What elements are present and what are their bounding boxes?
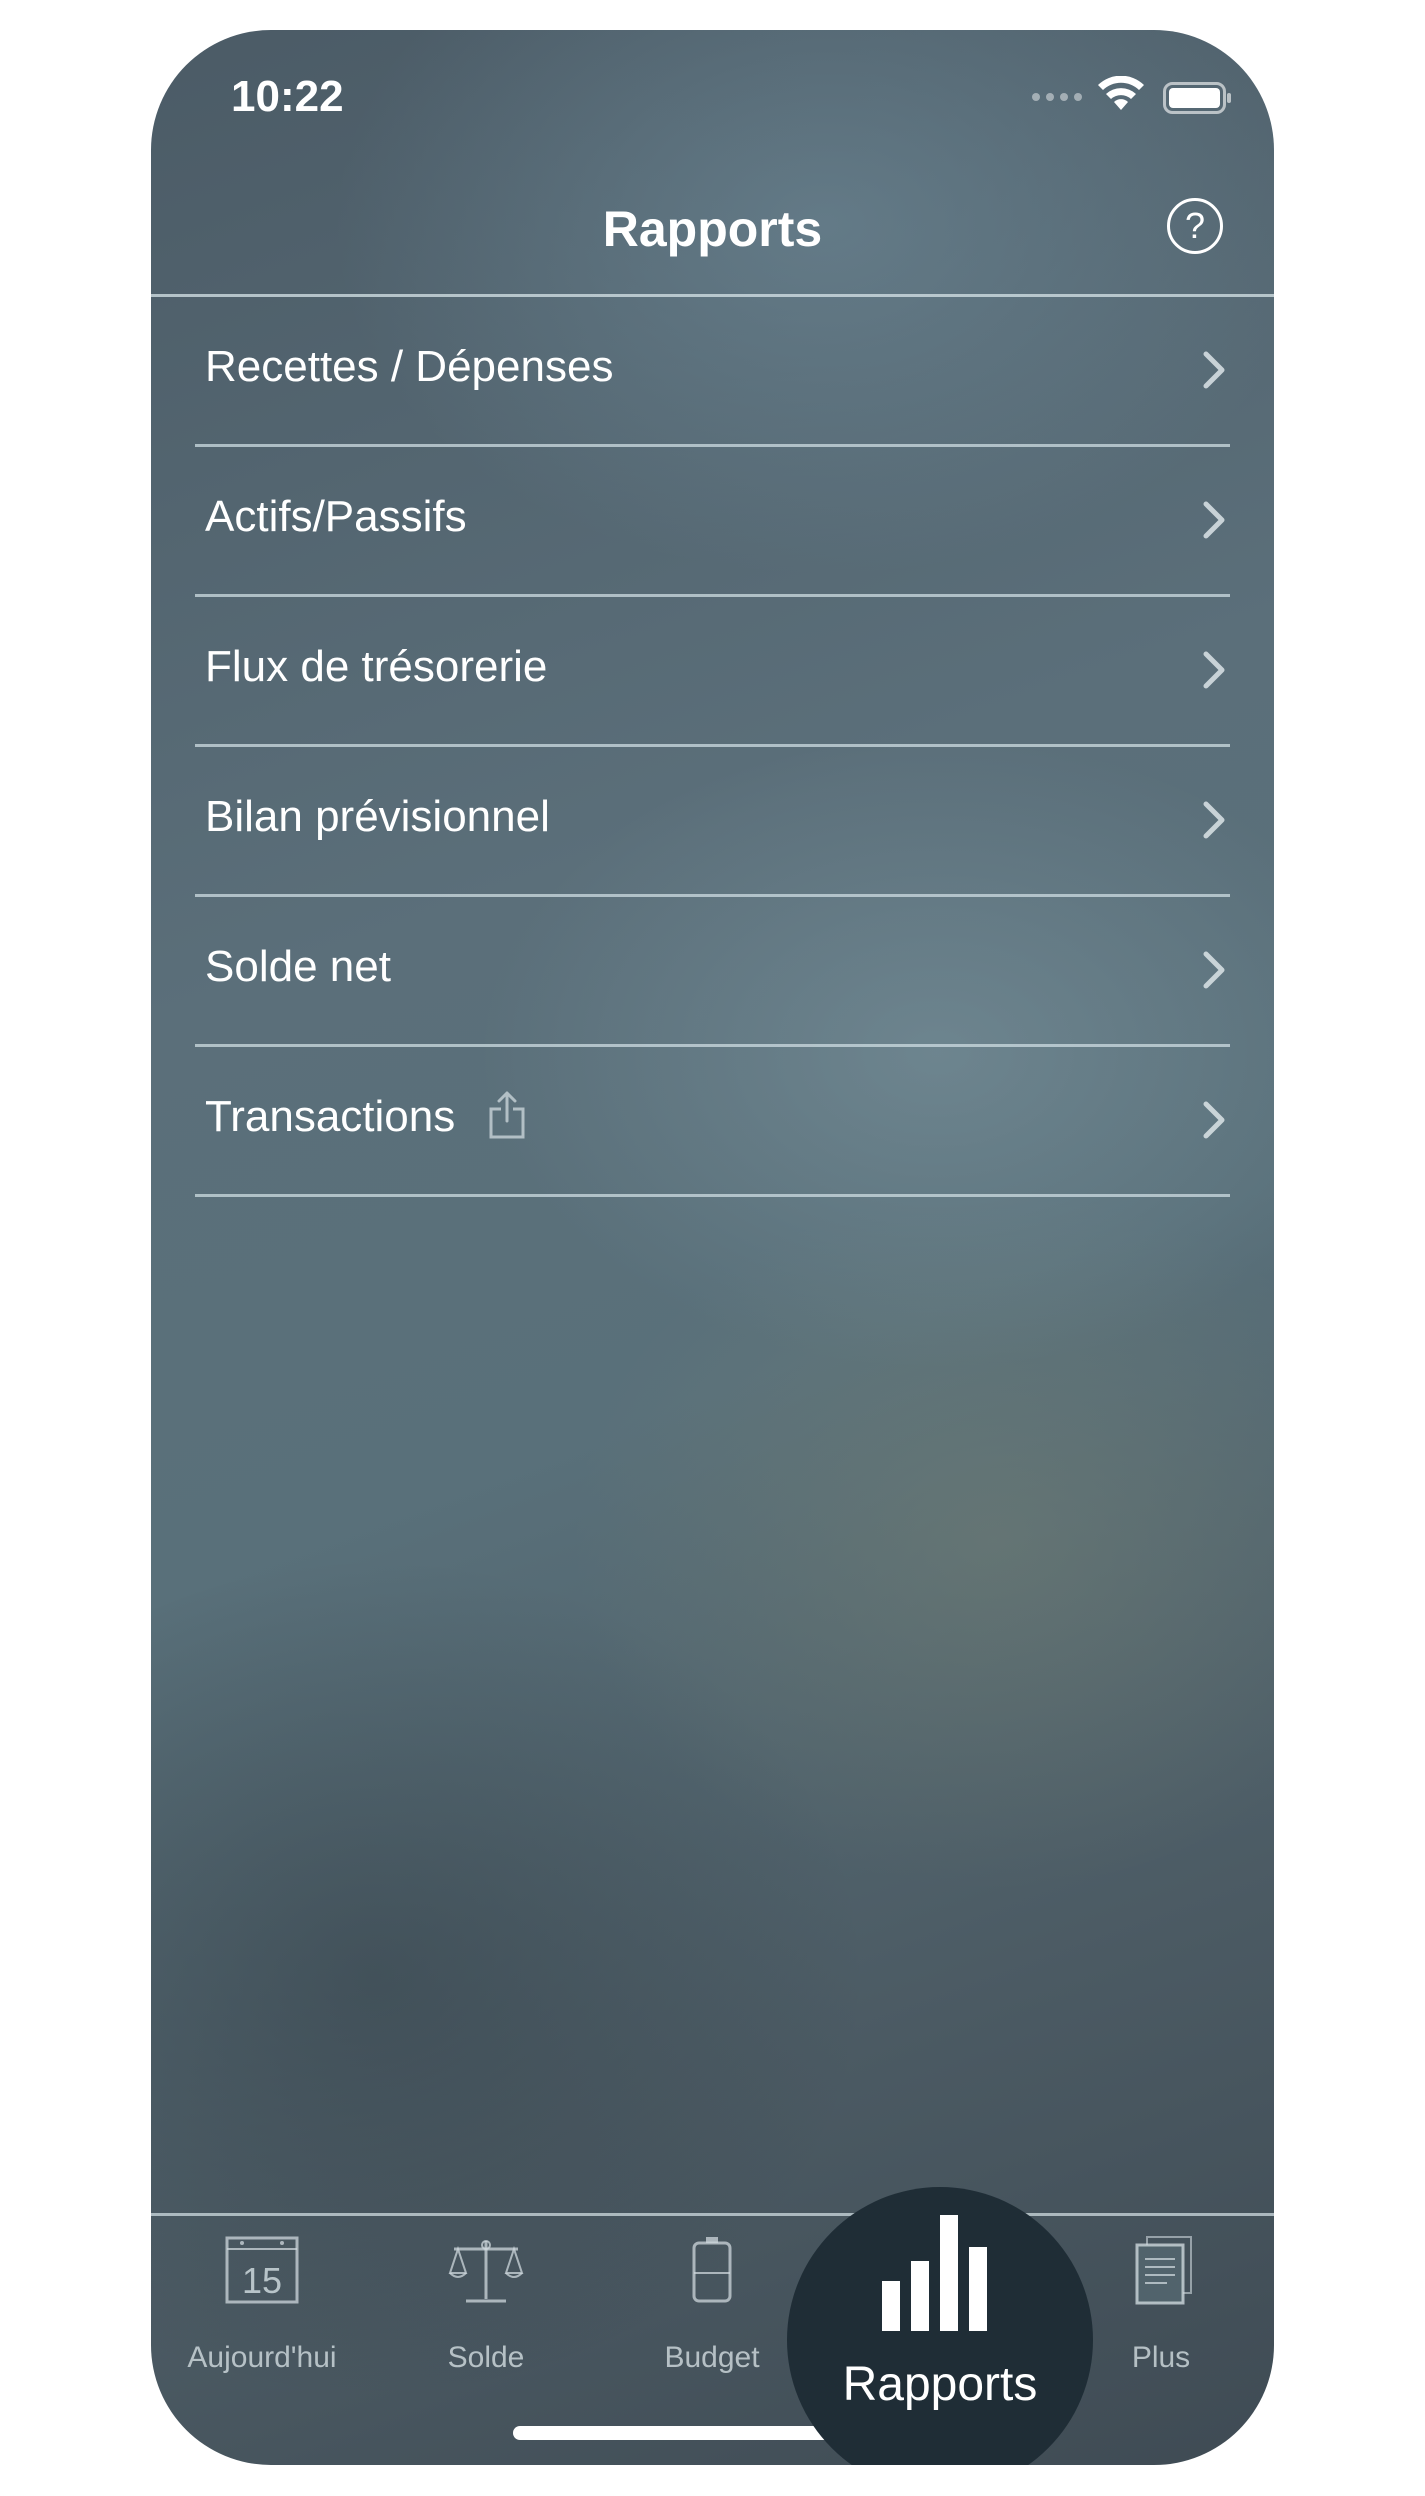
wifi-icon <box>1098 76 1144 110</box>
tab-label: Rapports <box>842 2358 1038 2411</box>
tab-bar-divider <box>151 2213 1274 2216</box>
signal-icon <box>1032 93 1082 101</box>
budget-icon <box>692 2237 732 2303</box>
chevron-right-icon <box>1203 951 1225 989</box>
tab-budget[interactable]: Budget <box>612 2235 812 2385</box>
status-time: 10:22 <box>231 72 344 121</box>
list-item-label: Transactions <box>205 1092 456 1141</box>
calendar-icon: 15 <box>225 2236 299 2304</box>
report-list: Recettes / Dépenses Actifs/Passifs Flux … <box>195 297 1230 1197</box>
chevron-right-icon <box>1203 1101 1225 1139</box>
list-item-flux-de-tresorerie[interactable]: Flux de trésorerie <box>195 597 1230 747</box>
list-item-label: Bilan prévisionnel <box>205 792 550 841</box>
tab-label: Solde <box>447 2341 525 2374</box>
list-item-label: Actifs/Passifs <box>205 492 467 541</box>
scale-icon <box>448 2240 524 2303</box>
list-item-solde-net[interactable]: Solde net <box>195 897 1230 1047</box>
list-item-bilan-previsionnel[interactable]: Bilan prévisionnel <box>195 747 1230 897</box>
list-item-transactions[interactable]: Transactions <box>195 1047 1230 1197</box>
document-icon <box>1135 2236 1192 2305</box>
chevron-right-icon <box>1203 501 1225 539</box>
share-icon[interactable] <box>487 1089 527 1141</box>
tab-label: Aujourd'hui <box>187 2341 337 2374</box>
chevron-right-icon <box>1203 801 1225 839</box>
list-item-label: Flux de trésorerie <box>205 642 548 691</box>
tab-aujourdhui[interactable]: 15 Aujourd'hui <box>162 2235 362 2385</box>
page-title: Rapports <box>602 201 823 257</box>
tab-rapports[interactable]: Rapports <box>787 2187 1093 2465</box>
list-item-actifs-passifs[interactable]: Actifs/Passifs <box>195 447 1230 597</box>
chevron-right-icon <box>1203 351 1225 389</box>
tab-solde[interactable]: Solde <box>386 2235 586 2385</box>
home-indicator <box>513 2426 843 2440</box>
bar-chart-icon <box>882 2215 987 2331</box>
help-button[interactable]: ? <box>1167 198 1223 254</box>
question-circle-icon: ? <box>1184 205 1206 246</box>
calendar-day: 15 <box>242 2260 282 2301</box>
phone-screen: 10:22 Rapports ? Recettes / Dépenses Act… <box>151 30 1274 2465</box>
list-item-label: Solde net <box>205 942 391 991</box>
list-item-label: Recettes / Dépenses <box>205 342 614 391</box>
tab-label: Budget <box>664 2341 760 2374</box>
battery-icon <box>1163 82 1231 114</box>
chevron-right-icon <box>1203 651 1225 689</box>
list-item-recettes-depenses[interactable]: Recettes / Dépenses <box>195 297 1230 447</box>
